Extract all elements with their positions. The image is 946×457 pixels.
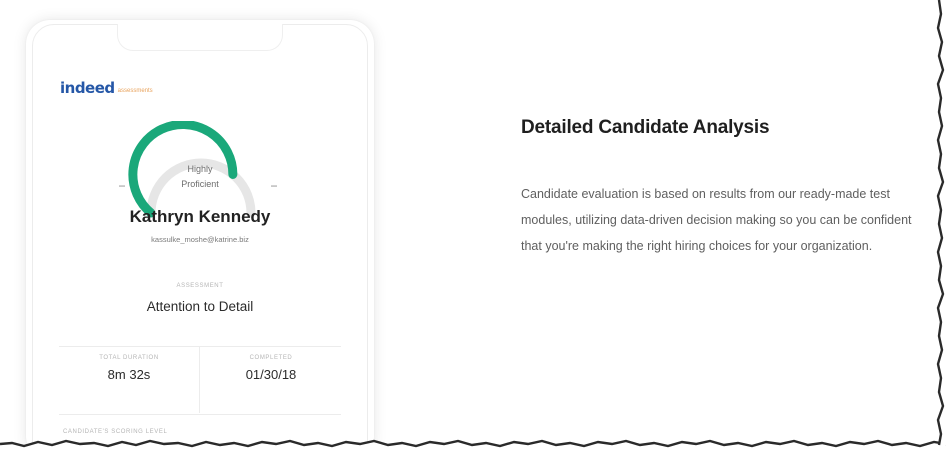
- screenshot-stage: indeed assessments ▬ ▬ Highly Proficient…: [0, 0, 946, 457]
- completed-value: 01/30/18: [245, 367, 297, 382]
- total-duration-value: 8m 32s: [107, 367, 151, 382]
- total-duration-label: TOTAL DURATION: [99, 355, 159, 361]
- completed-stat: COMPLETED 01/30/18: [201, 355, 341, 382]
- total-duration-stat: TOTAL DURATION 8m 32s: [59, 355, 199, 382]
- gauge-label-line1: Highly: [187, 164, 213, 174]
- torn-edge-right: [936, 0, 946, 446]
- gauge-label-line2: Proficient: [181, 179, 219, 189]
- completed-label: COMPLETED: [249, 355, 293, 361]
- feature-description: Candidate evaluation is based on results…: [521, 187, 912, 253]
- candidate-profile-card: indeed assessments ▬ ▬ Highly Proficient…: [32, 24, 368, 457]
- stats-divider-bottom: [59, 414, 341, 415]
- feature-heading: Detailed Candidate Analysis: [521, 117, 770, 138]
- stats-divider-top: [59, 346, 341, 347]
- scoring-level-label: CANDIDATE'S SCORING LEVEL: [63, 429, 168, 435]
- assessment-label: ASSESSMENT: [176, 283, 224, 289]
- logo-word: indeed: [60, 79, 115, 97]
- stats-divider-middle: [199, 347, 200, 413]
- candidate-email: kassulke_moshe@katrine.biz: [151, 235, 249, 244]
- phone-notch: [117, 24, 283, 51]
- candidate-name: Kathryn Kennedy: [129, 207, 271, 226]
- assessment-value: Attention to Detail: [146, 299, 254, 314]
- logo-suffix: assessments: [117, 88, 153, 94]
- indeed-assessments-logo: indeed assessments: [60, 81, 153, 96]
